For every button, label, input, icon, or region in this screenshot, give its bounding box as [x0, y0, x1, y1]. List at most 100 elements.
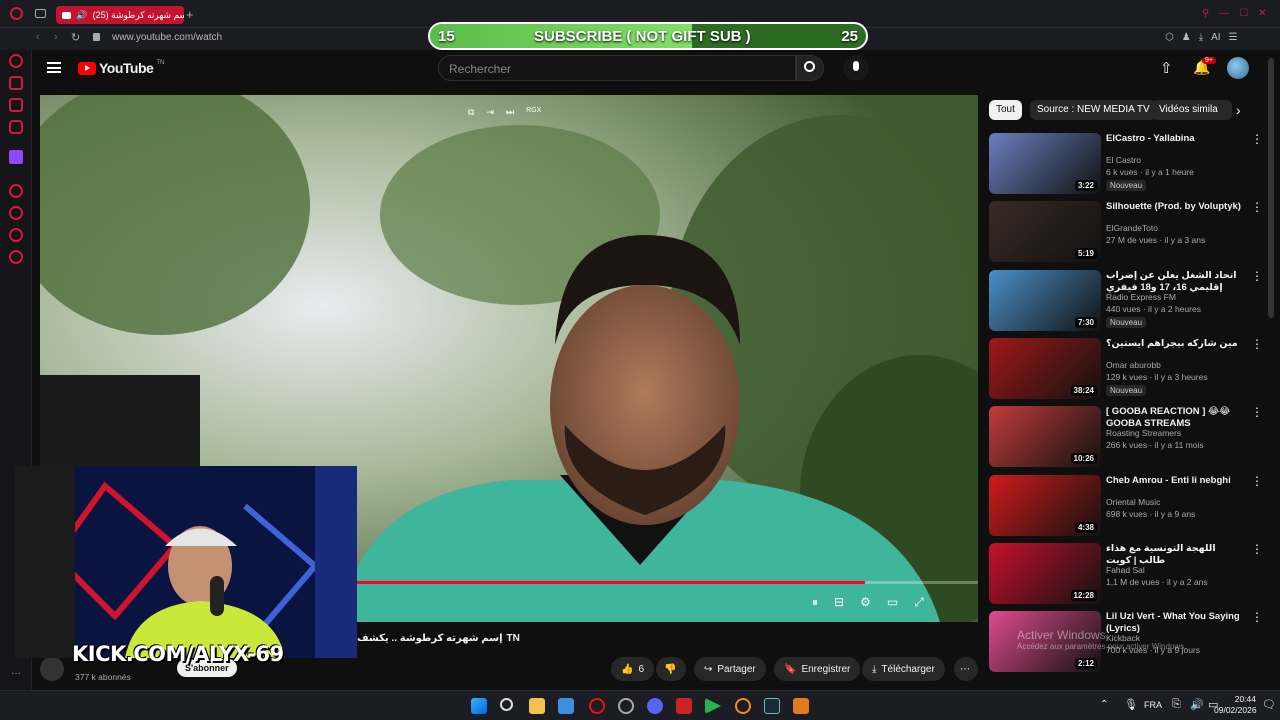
- recommendation-title[interactable]: مين شاركه بيجراهم ايستين؟: [1106, 338, 1244, 350]
- recommendation-item[interactable]: 3:22 ElCastro - Yallabina El Castro 6 k vue…: [989, 133, 1263, 195]
- settings-gear-icon[interactable]: ⚙: [860, 595, 871, 610]
- file-explorer-icon[interactable]: [529, 698, 545, 714]
- profile-icon[interactable]: ♟: [1182, 32, 1191, 43]
- video-thumbnail[interactable]: 10:26: [989, 406, 1101, 468]
- speaker-icon[interactable]: 🔊: [76, 10, 87, 21]
- subtitles-icon[interactable]: ⊟: [834, 595, 844, 610]
- chip-source[interactable]: Source : NEW MEDIA TV: [1030, 100, 1157, 120]
- url-field[interactable]: www.youtube.com/watch: [112, 32, 222, 43]
- media-icon[interactable]: [705, 698, 721, 714]
- reload-icon[interactable]: ↻: [71, 31, 80, 44]
- steam-icon[interactable]: [764, 698, 780, 714]
- notification-center-icon[interactable]: 🗨: [1262, 698, 1276, 711]
- more-vert-icon[interactable]: ⋮: [1251, 406, 1263, 422]
- channel-avatar[interactable]: [40, 657, 64, 681]
- recommendation-title[interactable]: اتحاد الشغل يعلن عن إضراب إقليمي 16، 17 …: [1106, 270, 1244, 294]
- recommendation-item[interactable]: 10:26 [ GOOBA REACTION ] 😂😂 GOOBA STREAMS…: [989, 406, 1263, 468]
- twitch-icon[interactable]: [9, 150, 23, 164]
- discord-icon[interactable]: [647, 698, 663, 714]
- voice-search-button[interactable]: [843, 55, 869, 81]
- fullscreen-icon[interactable]: ⤢: [914, 595, 924, 610]
- skip-next-icon[interactable]: ⏭: [506, 107, 514, 118]
- extension-icon[interactable]: ⬡: [1165, 32, 1174, 43]
- search-tabs-icon[interactable]: ⚲: [1202, 8, 1209, 19]
- more-vert-icon[interactable]: ⋮: [1251, 338, 1263, 354]
- recommendation-item[interactable]: 38:24 مين شاركه بيجراهم ايستين؟ Omar aburo…: [989, 337, 1263, 400]
- more-icon[interactable]: ···: [11, 668, 21, 679]
- opera-taskbar-icon[interactable]: [589, 698, 605, 714]
- like-button[interactable]: 👍 6: [611, 657, 655, 681]
- search-app-icon[interactable]: [735, 698, 751, 714]
- browser-tab-active[interactable]: 🔊 (25) إسم شهرته كرطوشة: [56, 6, 184, 24]
- search-taskbar-icon[interactable]: [500, 698, 513, 711]
- video-thumbnail[interactable]: 7:30: [989, 269, 1101, 331]
- page-scrollbar[interactable]: [1268, 58, 1274, 318]
- dislike-button[interactable]: 👎: [656, 657, 686, 681]
- forward-icon[interactable]: ›: [54, 31, 58, 43]
- video-thumbnail[interactable]: 4:38: [989, 474, 1101, 536]
- heart-icon[interactable]: [9, 228, 23, 242]
- recommendation-channel[interactable]: Fahad Sal: [1106, 565, 1145, 575]
- new-tab-icon[interactable]: +: [186, 7, 194, 22]
- store-icon[interactable]: [558, 698, 574, 714]
- ai-icon[interactable]: AI: [1211, 32, 1220, 43]
- youtube-logo[interactable]: YouTube TN: [78, 60, 164, 76]
- video-thumbnail[interactable]: 38:24: [989, 337, 1101, 399]
- recommendation-channel[interactable]: Omar aburobb: [1106, 360, 1161, 370]
- recommendation-channel[interactable]: Radio Express FM: [1106, 292, 1176, 302]
- workspaces-icon[interactable]: [35, 9, 46, 18]
- network-icon[interactable]: ⎘: [1172, 698, 1181, 711]
- recommendation-title[interactable]: Silhouette (Prod. by Voluptyk): [1106, 201, 1244, 213]
- clock-icon[interactable]: [9, 206, 23, 220]
- upload-icon[interactable]: ⇧: [1160, 59, 1173, 77]
- video-thumbnail[interactable]: 3:22: [989, 133, 1101, 194]
- recommendation-title[interactable]: [ GOOBA REACTION ] 😂😂 GOOBA STREAMS HIGH…: [1106, 406, 1244, 430]
- downloads-icon[interactable]: ⤓: [1199, 32, 1203, 43]
- recommendation-item[interactable]: 12:28 اللهجة التونسية مع هذاء طالب | كويت…: [989, 542, 1263, 605]
- rgx-extension[interactable]: RGX: [526, 107, 541, 118]
- whatsapp-icon[interactable]: [9, 98, 23, 112]
- recommendation-channel[interactable]: Oriental Music: [1106, 497, 1160, 507]
- save-button[interactable]: 🔖 Enregistrer: [774, 657, 861, 681]
- more-vert-icon[interactable]: ⋮: [1251, 543, 1263, 559]
- more-actions-button[interactable]: ⋯: [954, 657, 978, 681]
- recommendation-title[interactable]: Cheb Amrou - Enti li nebghi: [1106, 475, 1244, 487]
- opera-logo-icon[interactable]: [10, 7, 23, 20]
- chips-next-icon[interactable]: ›: [1236, 102, 1241, 118]
- history-icon[interactable]: [9, 54, 23, 68]
- close-icon[interactable]: ✕: [1258, 8, 1266, 19]
- miniplayer-icon[interactable]: ⧉: [468, 107, 474, 118]
- theater-mode-icon[interactable]: ▭: [887, 595, 898, 610]
- recommendation-item[interactable]: 5:19 Silhouette (Prod. by Voluptyk) ElGran…: [989, 201, 1263, 263]
- minimize-icon[interactable]: —: [1219, 8, 1229, 19]
- download-button[interactable]: ⤓ Télécharger: [862, 657, 945, 681]
- more-vert-icon[interactable]: ⋮: [1251, 475, 1263, 491]
- tray-mic-icon[interactable]: 🎙: [1124, 698, 1138, 711]
- account-avatar[interactable]: [1227, 57, 1249, 79]
- more-vert-icon[interactable]: ⋮: [1251, 133, 1263, 149]
- more-vert-icon[interactable]: ⋮: [1251, 201, 1263, 217]
- search-input[interactable]: Rechercher: [438, 55, 796, 81]
- video-thumbnail[interactable]: 12:28: [989, 542, 1101, 604]
- tray-chevron-icon[interactable]: ⌃: [1100, 699, 1108, 710]
- autoplay-toggle-icon[interactable]: ⏸: [812, 595, 818, 610]
- recommendation-item[interactable]: 7:30 اتحاد الشغل يعلن عن إضراب إقليمي 16،…: [989, 269, 1263, 332]
- settings-icon[interactable]: [9, 250, 23, 264]
- volume-icon[interactable]: 🔊: [1190, 698, 1204, 711]
- recommendation-item[interactable]: 4:38 Cheb Amrou - Enti li nebghi Oriental …: [989, 474, 1263, 537]
- menu-icon[interactable]: ☰: [1229, 32, 1238, 43]
- share-button[interactable]: ↪ Partager: [694, 657, 766, 681]
- editor-icon[interactable]: [793, 698, 809, 714]
- recommendation-title[interactable]: ElCastro - Yallabina: [1106, 133, 1244, 145]
- recommendation-channel[interactable]: Roasting Streamers: [1106, 428, 1181, 438]
- instagram-icon[interactable]: [9, 120, 23, 134]
- hamburger-icon[interactable]: [47, 62, 61, 73]
- chip-similar[interactable]: Vidéos simila: [1152, 100, 1232, 120]
- pip-icon[interactable]: ⇥: [486, 107, 494, 118]
- chrome-icon[interactable]: [618, 698, 634, 714]
- search-button[interactable]: [796, 55, 824, 81]
- language-indicator[interactable]: FRA: [1144, 700, 1162, 710]
- recommendation-channel[interactable]: ElGrandeToto: [1106, 223, 1158, 233]
- recommendation-channel[interactable]: El Castro: [1106, 155, 1141, 165]
- clock[interactable]: 20:44 09/02/2026: [1214, 694, 1257, 716]
